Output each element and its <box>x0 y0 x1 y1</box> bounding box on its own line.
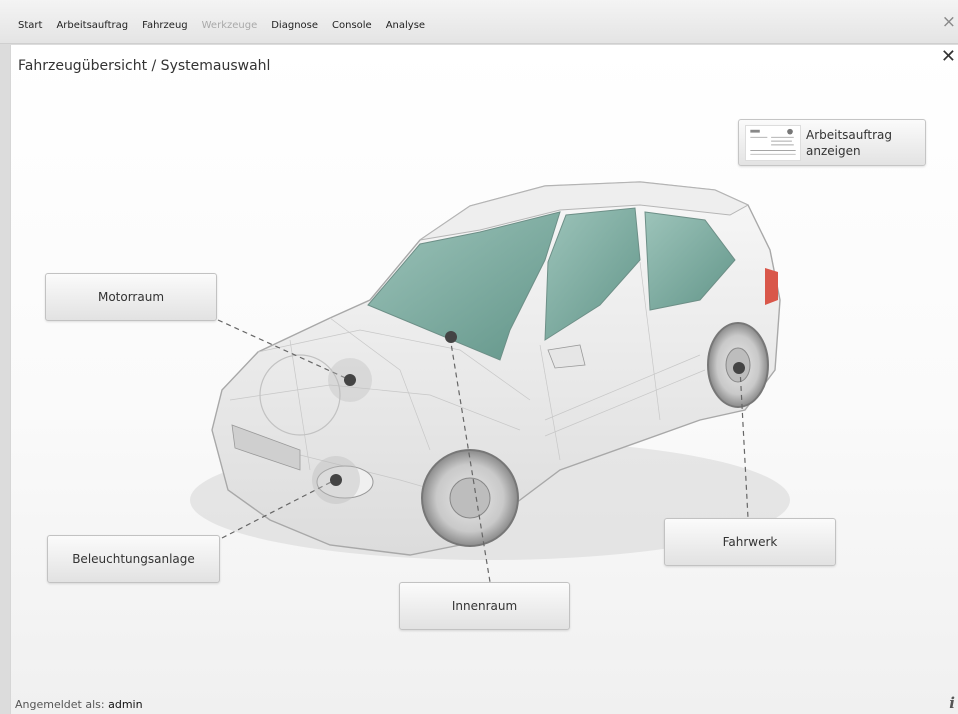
status-bar: Angemeldet als: admin <box>15 698 143 711</box>
innenraum-button[interactable]: Innenraum <box>399 582 570 630</box>
workorder-button-label: Arbeitsauftrag anzeigen <box>806 128 893 158</box>
logged-in-user: admin <box>108 698 143 711</box>
car-taillight <box>765 268 778 305</box>
logged-in-label: Angemeldet als: <box>15 698 105 711</box>
hotspot-beleuchtung[interactable] <box>330 474 342 486</box>
beleuchtungsanlage-button[interactable]: Beleuchtungsanlage <box>47 535 220 583</box>
hotspot-motorraum[interactable] <box>344 374 356 386</box>
hotspot-innenraum[interactable] <box>445 331 457 343</box>
hotspot-fahrwerk[interactable] <box>733 362 745 374</box>
document-icon <box>745 125 801 161</box>
fahrwerk-button[interactable]: Fahrwerk <box>664 518 836 566</box>
motorraum-button[interactable]: Motorraum <box>45 273 217 321</box>
show-workorder-button[interactable]: Arbeitsauftrag anzeigen <box>738 119 926 166</box>
info-icon[interactable]: i <box>949 694 955 712</box>
